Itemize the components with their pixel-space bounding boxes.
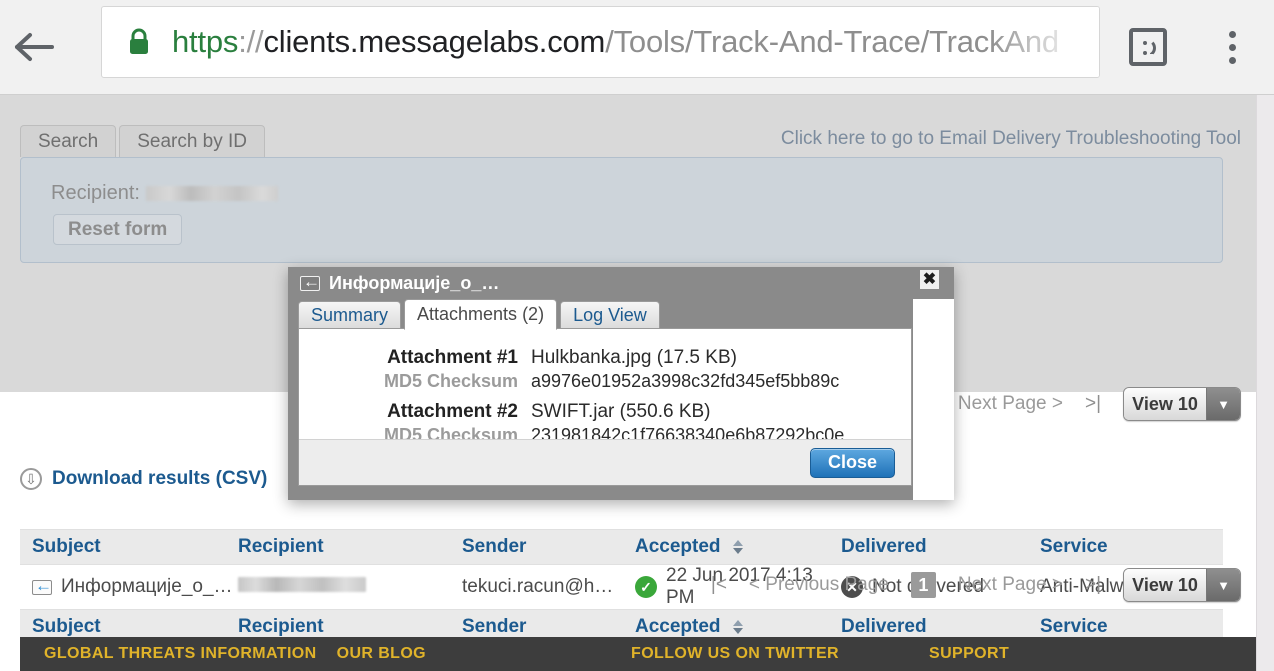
column-header-delivered[interactable]: Delivered <box>829 529 1028 565</box>
table-header-row: Subject Recipient Sender Accepted Delive… <box>20 529 1223 565</box>
footer-link-our-blog[interactable]: OUR BLOG <box>337 645 426 663</box>
column-header-sender[interactable]: Sender <box>450 529 623 565</box>
reset-form-button[interactable]: Reset form <box>53 214 183 245</box>
attachment-2-label: Attachment #2 <box>387 401 518 422</box>
search-form-panel: Recipient: Reset form <box>20 157 1223 263</box>
previous-page-button-bottom[interactable]: < Previous Page <box>749 574 889 596</box>
attachment-entry: Attachment #1 Hulkbanka.jpg (17.5 KB) MD… <box>299 347 911 392</box>
dialog-tab-summary[interactable]: Summary <box>298 301 402 329</box>
footer-link-twitter[interactable]: FOLLOW US ON TWITTER <box>631 645 839 663</box>
download-csv-link[interactable]: ⇩ Download results (CSV) <box>20 468 267 490</box>
url-text: https://clients.messagelabs.com/Tools/Tr… <box>172 24 1059 60</box>
cell-recipient <box>226 564 450 610</box>
attachment-1-file: Hulkbanka.jpg (17.5 KB) <box>531 347 737 368</box>
last-page-button-top[interactable]: >| <box>1085 393 1101 415</box>
site-footer: GLOBAL THREATS INFORMATION OUR BLOG FOLL… <box>20 637 1256 671</box>
pagination-bottom: |< < Previous Page 1 Next Page > >| View… <box>711 568 1241 602</box>
footer-link-support[interactable]: SUPPORT <box>929 645 1009 663</box>
check-circle-icon: ✓ <box>635 576 657 598</box>
dialog-right-strip <box>913 299 954 500</box>
view-count-select-bottom[interactable]: View 10 ▼ <box>1123 568 1241 602</box>
column-header-service[interactable]: Service <box>1028 529 1223 565</box>
dialog-titlebar[interactable]: Информације_о_… <box>288 267 954 299</box>
last-page-button-bottom[interactable]: >| <box>1085 574 1101 596</box>
view-count-select-top[interactable]: View 10 ▼ <box>1123 387 1241 421</box>
browser-toolbar: https://clients.messagelabs.com/Tools/Tr… <box>0 0 1274 95</box>
chevron-down-icon: ▼ <box>1206 388 1240 420</box>
cell-subject[interactable]: Информације_о_… <box>20 564 233 610</box>
inbound-mail-icon <box>300 272 320 292</box>
attachment-1-label: Attachment #1 <box>387 347 518 368</box>
back-button[interactable] <box>0 0 70 95</box>
dialog-tabs: Summary Attachments (2) Log View <box>298 299 660 330</box>
dialog-tab-attachments[interactable]: Attachments (2) <box>404 299 558 330</box>
url-host: clients.messagelabs.com <box>263 24 606 59</box>
next-page-button-top[interactable]: Next Page > <box>958 393 1063 415</box>
next-page-button-bottom[interactable]: Next Page > <box>958 574 1063 596</box>
tab-search[interactable]: Search <box>20 125 117 157</box>
recipient-redacted-value <box>145 186 278 201</box>
attachment-1-md5-value: a9976e01952a3998c32fd345ef5bb89c <box>531 371 840 391</box>
footer-header-accepted-label: Accepted <box>635 616 721 637</box>
lock-icon <box>126 27 152 57</box>
sort-caret-icon[interactable] <box>732 619 743 634</box>
inbound-mail-icon <box>32 576 52 596</box>
page-scrollbar[interactable] <box>1256 95 1274 671</box>
view-count-label-top: View 10 <box>1124 388 1206 420</box>
url-path: /Tools/Track-And-Trace/TrackAnd <box>605 24 1059 59</box>
column-header-subject[interactable]: Subject <box>20 529 226 565</box>
three-dot-menu-icon[interactable] <box>1212 22 1252 72</box>
dialog-close-button[interactable]: Close <box>809 447 895 478</box>
smiley-face-icon[interactable] <box>1124 23 1172 71</box>
troubleshooting-tool-link[interactable]: Click here to go to Email Delivery Troub… <box>781 128 1241 150</box>
view-count-label-bottom: View 10 <box>1124 569 1206 601</box>
sort-caret-icon[interactable] <box>732 539 743 554</box>
address-bar[interactable]: https://clients.messagelabs.com/Tools/Tr… <box>101 6 1100 78</box>
dialog-footer: Close <box>299 439 911 485</box>
dialog-panel: Attachment #1 Hulkbanka.jpg (17.5 KB) MD… <box>298 328 912 486</box>
attachments-list: Attachment #1 Hulkbanka.jpg (17.5 KB) MD… <box>299 329 911 445</box>
dialog-title: Информације_о_… <box>329 272 500 293</box>
current-page-indicator-bottom[interactable]: 1 <box>910 572 936 598</box>
attachment-1-md5-label: MD5 Checksum <box>383 371 518 391</box>
column-header-accepted-label: Accepted <box>635 536 721 557</box>
footer-link-global-threats[interactable]: GLOBAL THREATS INFORMATION <box>44 645 317 663</box>
attachment-2-file: SWIFT.jar (550.6 KB) <box>531 401 711 422</box>
search-tabs: Search Search by ID <box>20 125 266 157</box>
left-gutter <box>0 95 20 392</box>
download-csv-label: Download results (CSV) <box>52 468 268 489</box>
cell-sender: tekuci.racun@h… <box>450 564 623 610</box>
recipient-field-row: Recipient: <box>51 182 284 205</box>
recipient-redacted-value <box>238 577 366 592</box>
download-icon: ⇩ <box>20 468 42 490</box>
url-scheme: https <box>172 24 239 59</box>
page-content: Search Search by ID Click here to go to … <box>0 95 1274 671</box>
tab-search-by-id[interactable]: Search by ID <box>119 125 266 157</box>
subject-text: Информације_о_… <box>61 576 233 597</box>
dialog-tab-log-view[interactable]: Log View <box>560 301 660 329</box>
column-header-accepted[interactable]: Accepted <box>623 529 829 565</box>
attachment-details-dialog: Информације_о_… Summary Attachments (2) … <box>288 267 954 500</box>
first-page-button-bottom[interactable]: |< <box>711 574 727 596</box>
chevron-down-icon: ▼ <box>1206 569 1240 601</box>
recipient-label: Recipient: <box>51 182 140 204</box>
close-icon[interactable]: ✖ <box>919 269 940 290</box>
column-header-recipient[interactable]: Recipient <box>226 529 450 565</box>
url-separator: :// <box>238 24 264 59</box>
